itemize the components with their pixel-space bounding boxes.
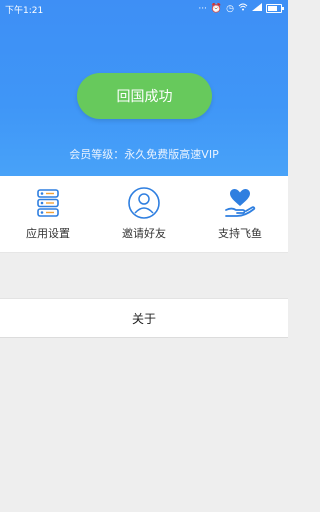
heart-hand-icon bbox=[225, 189, 256, 217]
signal-icon bbox=[252, 3, 262, 14]
hero-banner: 下午1:21 ··· ⏰ ◷ 回国成功 会员等级：永久免费版高速VIP bbox=[0, 0, 288, 176]
battery-icon bbox=[266, 4, 284, 13]
status-bar: 下午1:21 ··· ⏰ ◷ bbox=[0, 0, 288, 18]
dots-icon: ··· bbox=[198, 3, 207, 14]
member-level-text: 会员等级：永久免费版高速VIP bbox=[69, 148, 219, 161]
menu-label-invite-friends: 邀请好友 bbox=[122, 227, 166, 240]
person-circle-icon bbox=[128, 187, 160, 219]
menu-item-support[interactable]: 支持飞鱼 bbox=[192, 176, 288, 252]
settings-stack-icon bbox=[37, 189, 59, 217]
about-row[interactable]: 关于 bbox=[0, 298, 288, 338]
connect-status-button[interactable]: 回国成功 bbox=[77, 73, 212, 119]
alarm-icon: ⏰ bbox=[210, 3, 223, 14]
menu-label-support: 支持飞鱼 bbox=[218, 227, 262, 240]
clock-icon: ◷ bbox=[226, 3, 234, 14]
feature-menu: 应用设置 邀请好友 支持飞鱼 bbox=[0, 176, 288, 253]
status-icons: ··· ⏰ ◷ bbox=[198, 3, 284, 14]
about-label: 关于 bbox=[131, 311, 156, 326]
wifi-icon bbox=[238, 3, 248, 14]
menu-label-app-settings: 应用设置 bbox=[26, 227, 70, 240]
status-time: 下午1:21 bbox=[5, 6, 44, 16]
menu-item-app-settings[interactable]: 应用设置 bbox=[0, 176, 96, 252]
menu-item-invite-friends[interactable]: 邀请好友 bbox=[96, 176, 192, 252]
